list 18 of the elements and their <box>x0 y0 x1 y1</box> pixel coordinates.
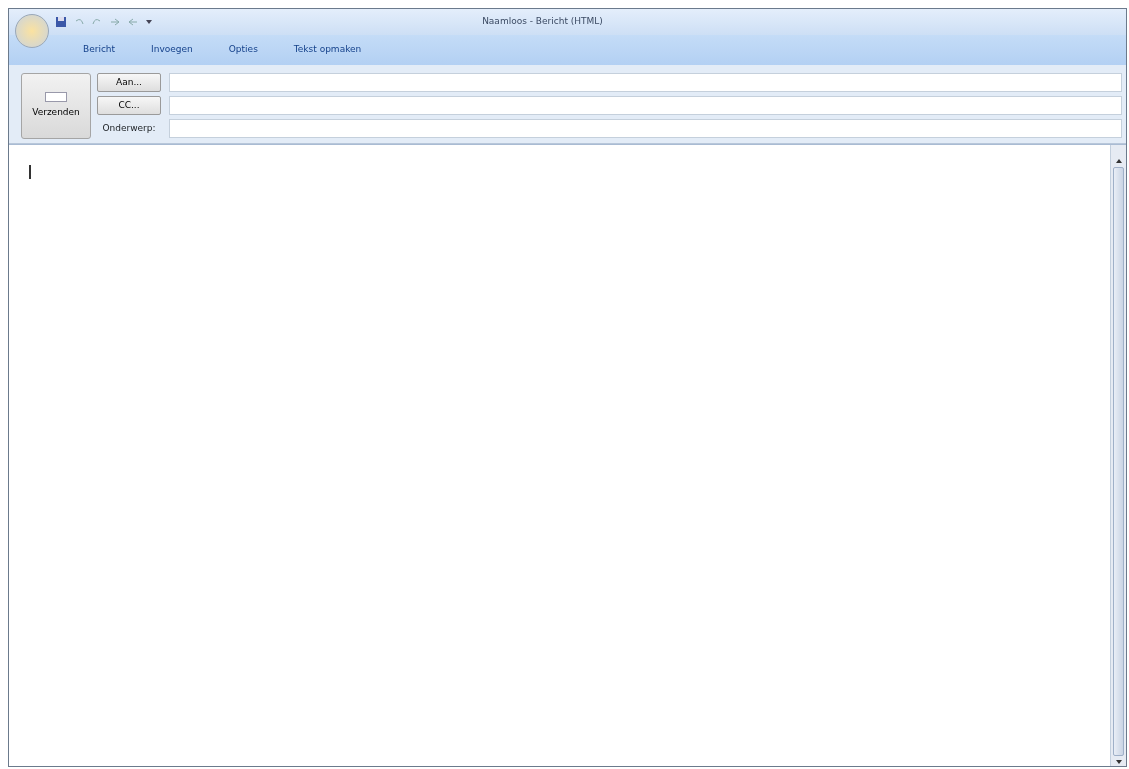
ribbon-tab[interactable]: Invoegen <box>145 41 199 59</box>
input-field[interactable] <box>169 73 1122 92</box>
save-icon[interactable] <box>55 16 67 28</box>
scroll-down-icon[interactable] <box>1114 758 1123 766</box>
field-label: Onderwerp: <box>101 121 157 135</box>
dropdown-icon[interactable] <box>145 18 153 26</box>
scroll-up-icon[interactable] <box>1114 157 1123 165</box>
address-button[interactable]: Aan... <box>97 73 161 92</box>
ribbon-tab[interactable]: Tekst opmaken <box>287 41 368 59</box>
office-logo-button[interactable] <box>15 14 49 48</box>
send-button[interactable]: Verzenden <box>21 73 91 139</box>
address-button[interactable]: CC... <box>97 96 161 115</box>
input-field[interactable] <box>169 96 1122 115</box>
input-field[interactable] <box>169 119 1122 138</box>
ribbon-tab[interactable]: Bericht <box>77 41 122 59</box>
window-title: Naamloos - Bericht (HTML) <box>481 15 604 29</box>
vertical-scrollbar[interactable] <box>1110 145 1126 766</box>
ribbon-tab[interactable]: Opties <box>222 41 264 59</box>
